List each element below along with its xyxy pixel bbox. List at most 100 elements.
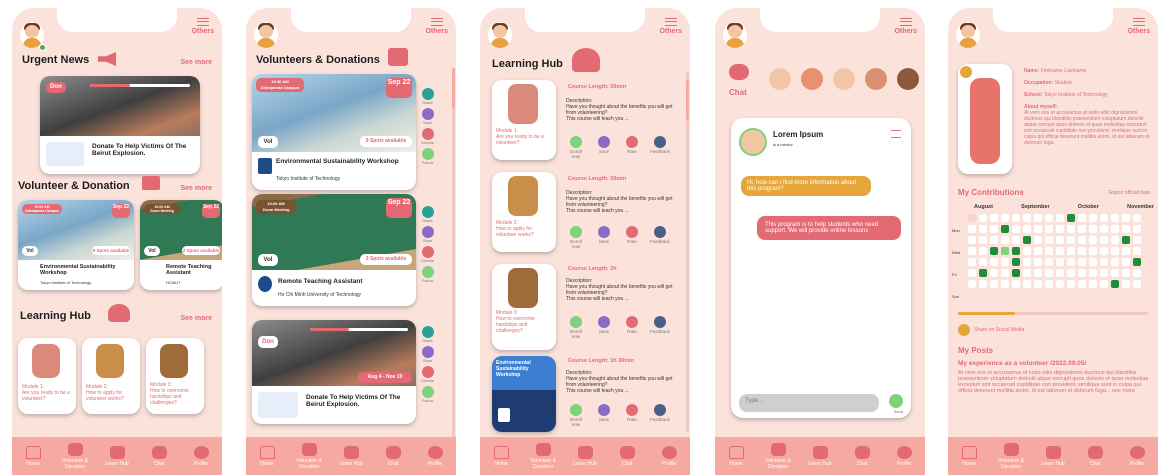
donate-icon[interactable]	[421, 366, 434, 378]
nav-profile[interactable]: Profile	[887, 445, 921, 467]
others-menu[interactable]: Others	[425, 18, 448, 35]
module-card-1[interactable]: Module 1: Are you ready to be a voluntee…	[18, 338, 76, 414]
post-title[interactable]: My experience as a volunteer /2022.09.05…	[958, 360, 1154, 367]
export-button[interactable]: Export official data	[1109, 190, 1150, 196]
nav-volunteer[interactable]: Volunteer & Donation	[994, 442, 1028, 470]
others-menu[interactable]: Others	[659, 18, 682, 35]
share-icon[interactable]	[958, 324, 970, 336]
save-button[interactable]: Save	[594, 136, 614, 159]
message-input[interactable]: Type...	[739, 394, 879, 412]
nav-volunteer[interactable]: Volunteer & Donation	[526, 442, 560, 470]
share-icon[interactable]	[498, 408, 510, 422]
volunteer-card-1[interactable]: 10:00 AM Dabopanda Campus Sep 22 Vol 9 S…	[18, 200, 134, 290]
follow-icon[interactable]	[421, 148, 434, 160]
rate-button[interactable]: Rate	[622, 404, 642, 427]
nav-home[interactable]: Home	[719, 445, 753, 467]
share-icon[interactable]	[421, 88, 434, 100]
nav-learn[interactable]: Learn Hub	[568, 445, 602, 467]
save-icon[interactable]	[421, 226, 434, 238]
event-card-1[interactable]: 10:30 AM Dabopanda Campus Sep 22 Vol 9 S…	[252, 74, 416, 190]
chat-screen: Others Chat Lorem Ipsum is a mentor Hi, …	[715, 8, 925, 475]
enroll-button[interactable]: Enroll now	[566, 316, 586, 339]
see-more-learning[interactable]: See more	[180, 315, 212, 322]
chat-menu-icon[interactable]	[891, 130, 901, 138]
see-more-urgent[interactable]: See more	[180, 59, 212, 66]
save-icon[interactable]	[421, 108, 434, 120]
nav-volunteer[interactable]: Volunteer & Donation	[761, 442, 795, 470]
avatar[interactable]	[956, 22, 980, 48]
chat-icon[interactable]	[729, 64, 749, 80]
follow-icon[interactable]	[421, 386, 434, 398]
avatar[interactable]	[254, 22, 278, 48]
nav-chat[interactable]: Chat	[845, 445, 879, 467]
avatar[interactable]	[723, 22, 747, 48]
others-menu[interactable]: Others	[191, 18, 214, 35]
enroll-button[interactable]: Enroll now	[566, 404, 586, 427]
module-card-1[interactable]: Module 1: Are you ready to be a voluntee…	[492, 80, 556, 160]
donate-icon[interactable]	[421, 128, 434, 140]
share-social-link[interactable]: Share on Social Media	[974, 327, 1024, 333]
volunteer-card-2[interactable]: 10:00 AM Zoom Meeting Sep 22 Vol 3 Spots…	[140, 200, 222, 290]
enroll-button[interactable]: Enroll now	[566, 136, 586, 159]
avatar[interactable]	[488, 22, 512, 48]
save-button[interactable]: Save	[594, 316, 614, 339]
nav-profile[interactable]: Profile	[652, 445, 686, 467]
nav-learn[interactable]: Learn Hub	[1036, 445, 1070, 467]
nav-home[interactable]: Home	[16, 445, 50, 467]
nav-home[interactable]: Home	[250, 445, 284, 467]
module-card-3[interactable]: Module 3: How to overcome hardships and …	[492, 264, 556, 350]
nav-chat[interactable]: Chat	[1078, 445, 1112, 467]
heatmap-cell	[968, 225, 976, 233]
contact-avatar[interactable]	[801, 68, 823, 90]
others-menu[interactable]: Others	[894, 18, 917, 35]
donate-icon[interactable]	[421, 246, 434, 258]
module-card-2[interactable]: Module 2: How to apply for volunteer wor…	[492, 172, 556, 252]
rate-button[interactable]: Rate	[622, 136, 642, 159]
posts-heading: My Posts	[958, 346, 994, 355]
module-card-2[interactable]: Module 2: How to apply for volunteer wor…	[82, 338, 140, 414]
contact-avatar[interactable]	[769, 68, 791, 90]
workshop-card[interactable]: Environmental Sustainability Workshop	[492, 356, 556, 432]
event-card-2[interactable]: 10:00 AM Zoom Meeting Sep 22 Vol 3 Spots…	[252, 194, 416, 306]
nav-profile[interactable]: Profile	[418, 445, 452, 467]
nav-learn[interactable]: Learn Hub	[334, 445, 368, 467]
save-icon[interactable]	[421, 346, 434, 358]
others-menu[interactable]: Others	[1127, 18, 1150, 35]
donation-card[interactable]: Don Aug 4 - Nov 10 Donate To Help Victim…	[252, 320, 416, 424]
nav-volunteer[interactable]: Volunteer & Donation	[292, 442, 326, 470]
urgent-news-card[interactable]: Don Donate To Help Victims Of The Beirut…	[40, 76, 200, 174]
rate-button[interactable]: Rate	[622, 316, 642, 339]
nav-learn[interactable]: Learn Hub	[100, 445, 134, 467]
feedback-button[interactable]: Feedback	[650, 226, 670, 249]
scroll-track[interactable]	[958, 312, 1148, 315]
module-card-3[interactable]: Module 3: How to overcome hardships and …	[146, 338, 204, 414]
follow-icon[interactable]	[421, 266, 434, 278]
nav-chat[interactable]: Chat	[610, 445, 644, 467]
nav-home[interactable]: Home	[484, 445, 518, 467]
date-badge: Sep 22	[202, 204, 220, 218]
scrollbar[interactable]	[452, 68, 455, 438]
nav-profile[interactable]: Profile	[184, 445, 218, 467]
feedback-button[interactable]: Feedback	[650, 136, 670, 159]
scrollbar[interactable]	[686, 72, 689, 432]
contact-avatar[interactable]	[865, 68, 887, 90]
feedback-button[interactable]: Feedback	[650, 316, 670, 339]
contact-avatar[interactable]	[833, 68, 855, 90]
nav-volunteer[interactable]: Volunteer & Donation	[58, 442, 92, 470]
feedback-button[interactable]: Feedback	[650, 404, 670, 427]
rate-button[interactable]: Rate	[622, 226, 642, 249]
nav-chat[interactable]: Chat	[376, 445, 410, 467]
enroll-button[interactable]: Enroll now	[566, 226, 586, 249]
save-button[interactable]: Save	[594, 226, 614, 249]
nav-chat[interactable]: Chat	[142, 445, 176, 467]
share-icon[interactable]	[421, 206, 434, 218]
contact-avatar[interactable]	[897, 68, 919, 90]
nav-learn[interactable]: Learn Hub	[803, 445, 837, 467]
save-button[interactable]: Save	[594, 404, 614, 427]
send-button[interactable]	[889, 394, 903, 408]
share-icon[interactable]	[258, 158, 272, 174]
see-more-volunteer[interactable]: See more	[180, 185, 212, 192]
nav-home[interactable]: Home	[952, 445, 986, 467]
nav-profile[interactable]: Profile	[1120, 445, 1154, 467]
share-icon[interactable]	[421, 326, 434, 338]
